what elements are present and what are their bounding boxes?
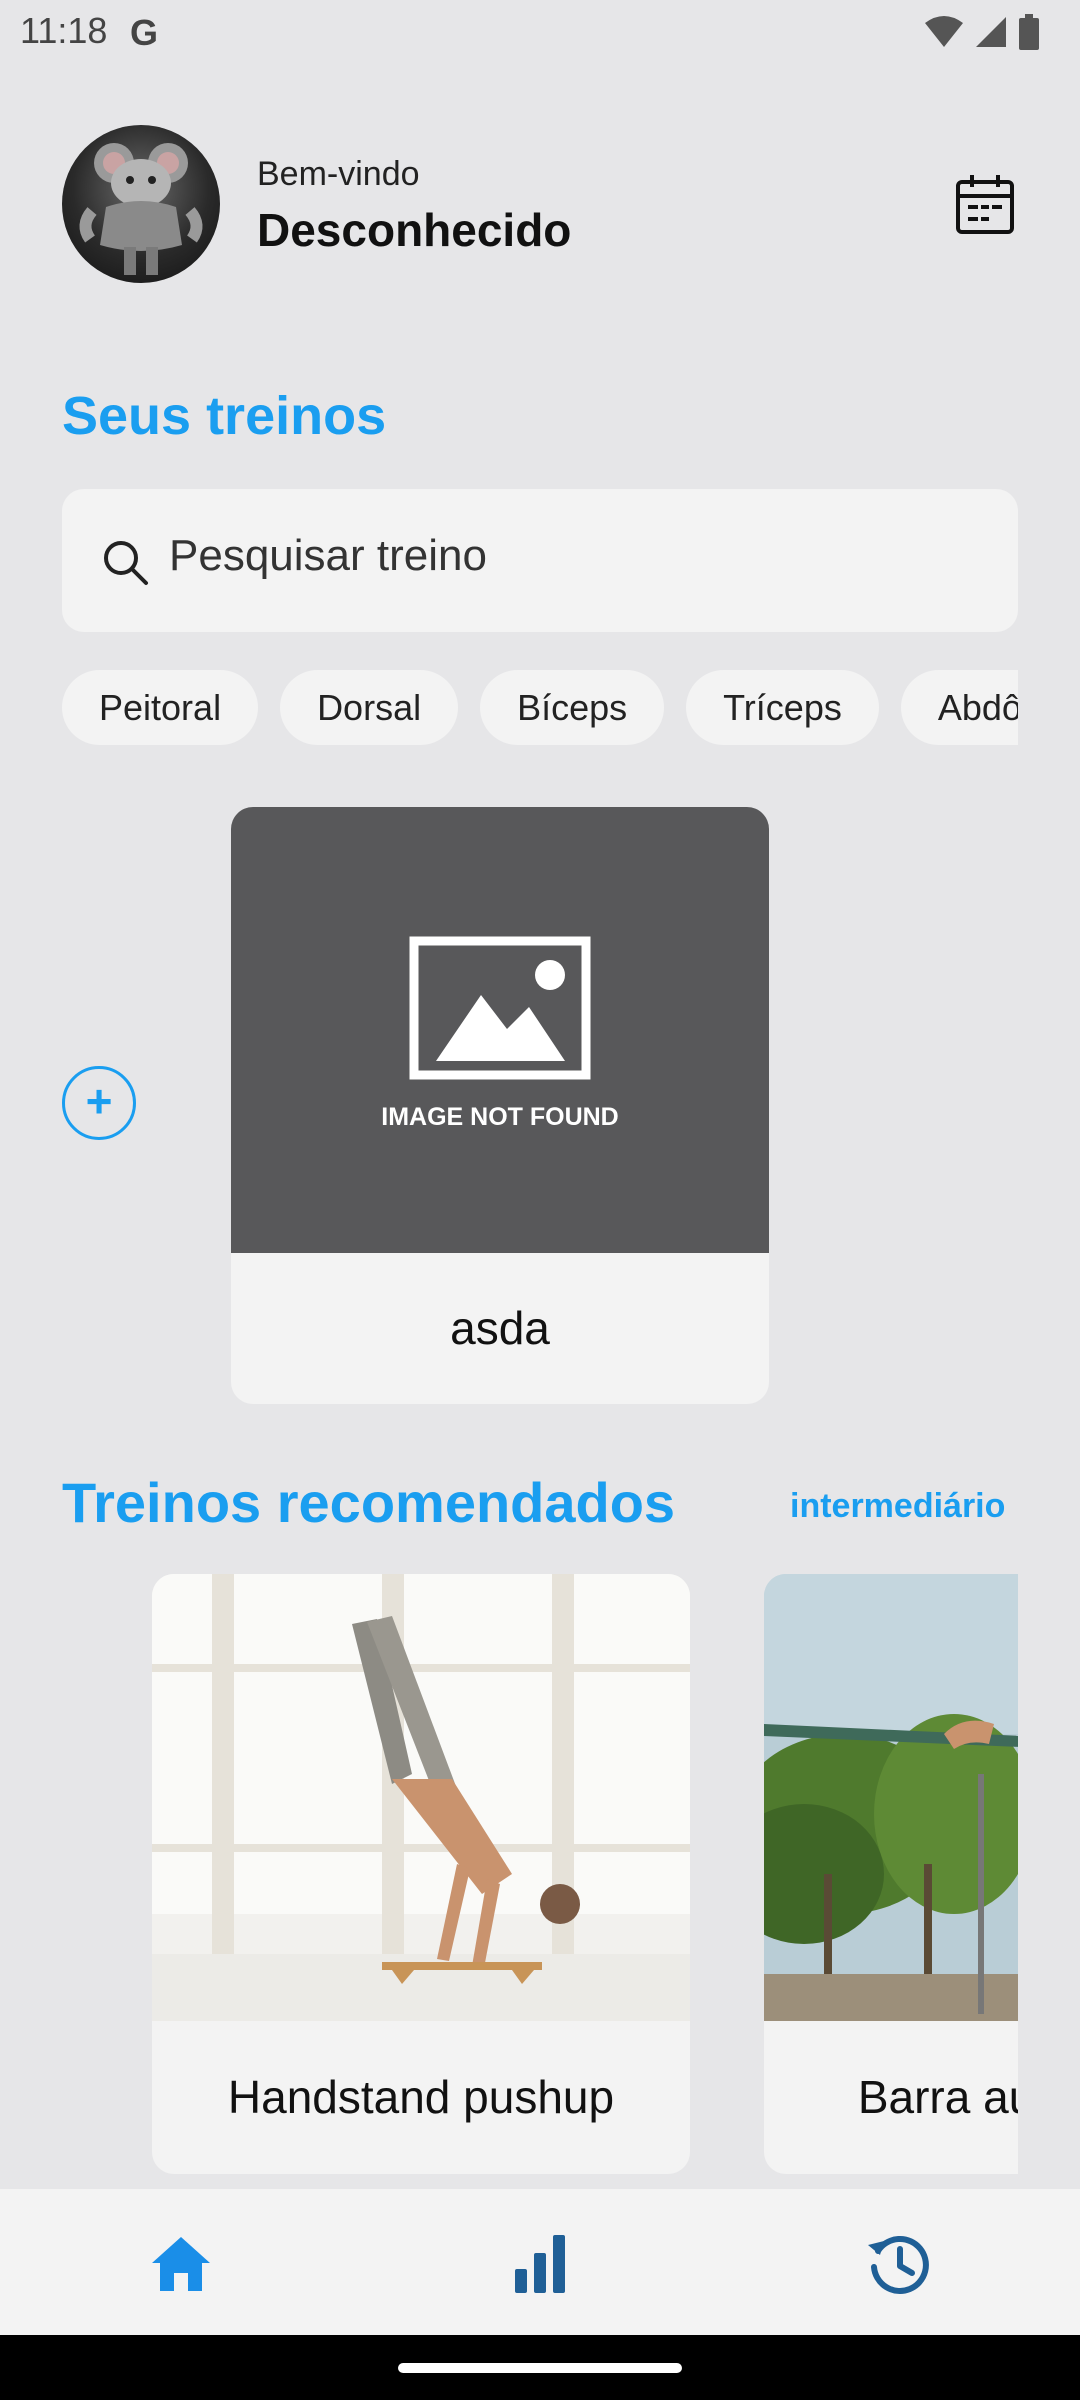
status-icons bbox=[924, 14, 1040, 50]
recommended-card-title: Barra australiana bbox=[857, 2071, 1018, 2123]
image-not-found-icon: IMAGE NOT FOUND bbox=[381, 936, 619, 1131]
level-selector[interactable]: intermediário bbox=[790, 1487, 1005, 1526]
recommended-card-title: Handstand pushup bbox=[227, 2071, 615, 2123]
calendar-icon bbox=[956, 175, 1014, 234]
image-not-found-text: IMAGE NOT FOUND bbox=[381, 1103, 619, 1131]
home-gesture-handle[interactable] bbox=[398, 2363, 682, 2373]
history-icon bbox=[868, 2236, 929, 2294]
avatar[interactable] bbox=[62, 125, 220, 283]
search-input[interactable]: Pesquisar treino bbox=[169, 531, 487, 581]
filter-chip-abdomen[interactable]: Abdômen bbox=[900, 670, 1018, 745]
filter-chip-biceps[interactable]: Bíceps bbox=[480, 670, 665, 745]
workout-card[interactable]: IMAGE NOT FOUND asda bbox=[231, 807, 769, 1404]
my-workouts-title: Seus treinos bbox=[62, 386, 387, 446]
welcome-text: Bem-vindo bbox=[257, 155, 420, 193]
status-time: 11:18 bbox=[20, 10, 108, 51]
handstand-pushup-image bbox=[152, 1574, 690, 2021]
recommended-card[interactable]: Barra australiana bbox=[764, 1574, 1018, 2174]
search-icon bbox=[104, 541, 148, 585]
stats-icon bbox=[515, 2235, 565, 2293]
workout-card-title: asda bbox=[450, 1302, 550, 1354]
wifi-icon bbox=[925, 16, 963, 47]
google-icon: G bbox=[130, 12, 159, 53]
search-field[interactable]: Pesquisar treino bbox=[62, 489, 1018, 632]
home-icon bbox=[152, 2237, 210, 2291]
mouse-mascot-icon bbox=[79, 143, 203, 275]
filter-chip-dorsal[interactable]: Dorsal bbox=[280, 670, 459, 745]
nav-history[interactable] bbox=[864, 2229, 934, 2299]
nav-home[interactable] bbox=[146, 2229, 216, 2299]
nav-stats[interactable] bbox=[505, 2229, 575, 2299]
barra-australiana-image bbox=[764, 1574, 1018, 2021]
username: Desconhecido bbox=[257, 204, 572, 256]
muscle-filter-chips: Peitoral Dorsal Bíceps Tríceps Abdômen bbox=[62, 670, 1018, 745]
workout-image-placeholder: IMAGE NOT FOUND bbox=[231, 807, 769, 1253]
filter-chip-peitoral[interactable]: Peitoral bbox=[62, 670, 259, 745]
recommended-card[interactable]: Handstand pushup bbox=[152, 1574, 690, 2174]
recommended-carousel: Handstand pushup Barra australiana bbox=[62, 1574, 1018, 2174]
system-gesture-bar bbox=[0, 2335, 1080, 2400]
add-workout-button[interactable]: + bbox=[62, 1066, 136, 1140]
signal-icon bbox=[976, 17, 1006, 47]
filter-chip-triceps[interactable]: Tríceps bbox=[686, 670, 879, 745]
bottom-navigation bbox=[0, 2189, 1080, 2335]
recommended-title: Treinos recomendados bbox=[62, 1471, 676, 1534]
calendar-button[interactable] bbox=[950, 170, 1020, 240]
battery-icon bbox=[1019, 14, 1039, 50]
